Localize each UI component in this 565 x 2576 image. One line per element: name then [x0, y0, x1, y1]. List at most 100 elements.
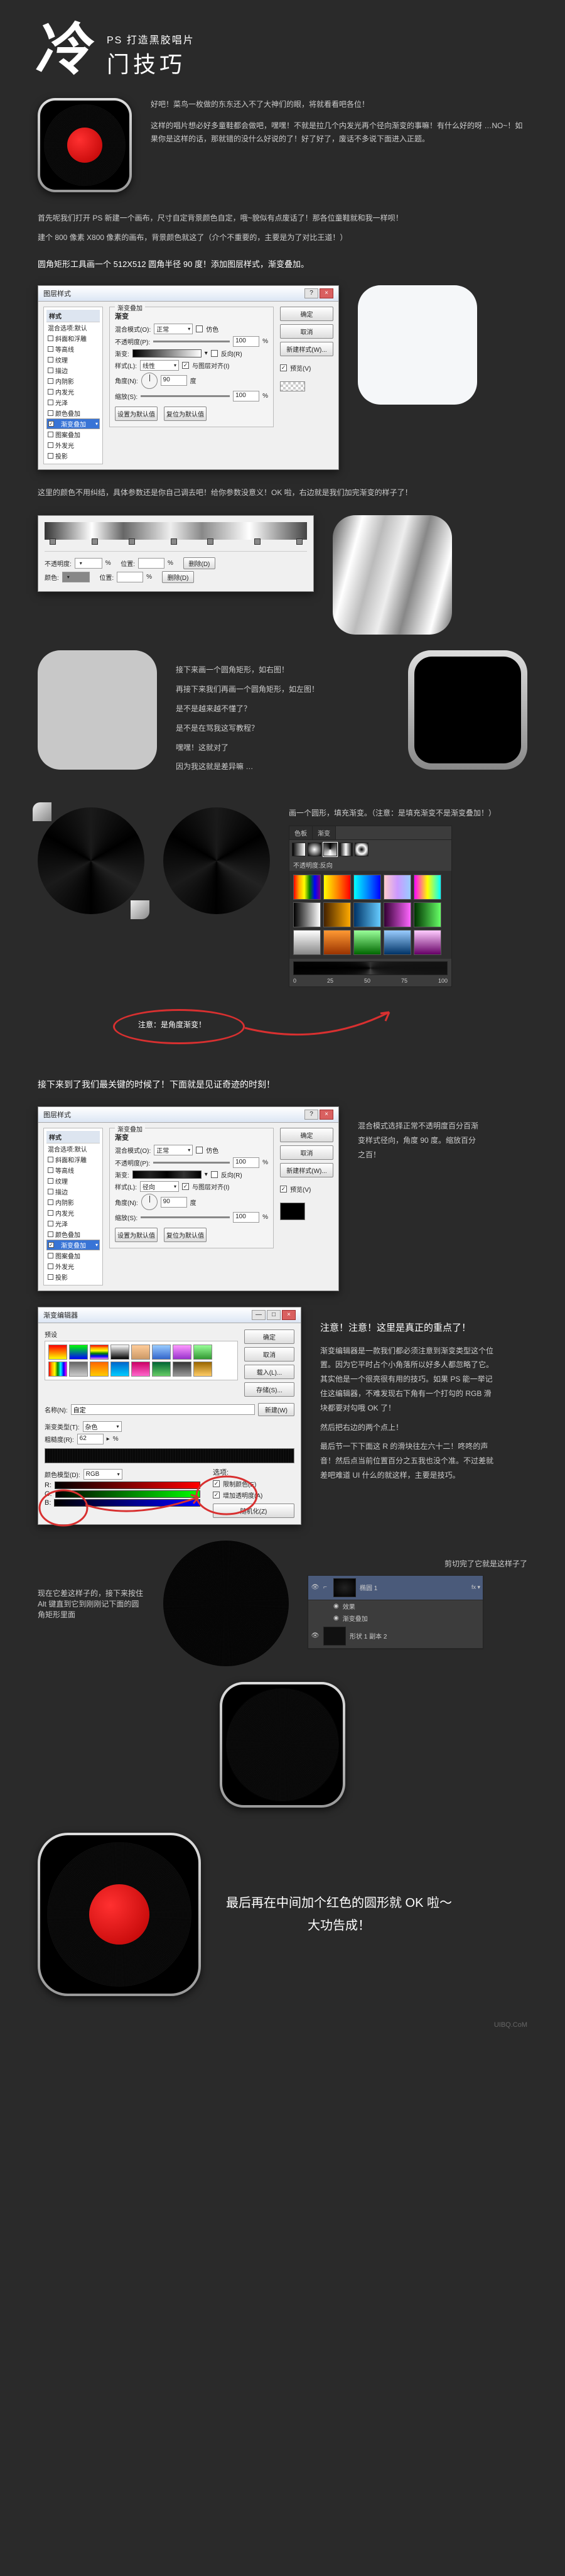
new-style-button[interactable]: 新建样式(W)...	[280, 342, 333, 356]
load-button[interactable]: 载入(L)...	[244, 1365, 294, 1379]
cancel-button[interactable]: 取消	[280, 324, 333, 339]
grad-linear-icon[interactable]	[292, 843, 306, 856]
visibility-icon[interactable]: 👁	[311, 1632, 320, 1639]
close-button[interactable]: ×	[320, 288, 333, 298]
help-button[interactable]: ?	[304, 288, 318, 298]
preset[interactable]	[353, 875, 381, 900]
preset[interactable]	[193, 1362, 212, 1377]
visibility-icon[interactable]: 👁	[311, 1584, 320, 1591]
preset[interactable]	[414, 930, 441, 955]
delete-stop-button-2[interactable]: 删除(D)	[162, 571, 195, 583]
help-button[interactable]: ?	[304, 1110, 318, 1120]
model-select[interactable]: RGB	[83, 1469, 122, 1480]
style-select[interactable]: 线性	[140, 360, 179, 371]
preview-checkbox[interactable]	[280, 364, 287, 371]
preset[interactable]	[152, 1345, 171, 1360]
position-input-2[interactable]	[117, 572, 143, 582]
style-item[interactable]: 混合选项:默认	[46, 1143, 100, 1154]
preset[interactable]	[414, 875, 441, 900]
scale-input[interactable]: 100	[233, 391, 259, 401]
preset[interactable]	[110, 1345, 129, 1360]
tab-swatches[interactable]: 色板	[289, 826, 313, 839]
style-item[interactable]: 等高线	[46, 1165, 100, 1176]
angle-input[interactable]: 90	[161, 375, 187, 386]
style-item[interactable]: 颜色叠加	[46, 408, 100, 418]
preset[interactable]	[293, 930, 321, 955]
gradient-bar-2[interactable]	[132, 1171, 202, 1179]
gradient-strip[interactable]	[45, 522, 307, 540]
style-item[interactable]: 等高线	[46, 344, 100, 354]
position-input[interactable]	[138, 558, 164, 569]
new-style-button[interactable]: 新建样式(W)...	[280, 1163, 333, 1177]
preset[interactable]	[323, 930, 351, 955]
opacity-select[interactable]	[75, 558, 102, 569]
preset[interactable]	[69, 1345, 88, 1360]
set-default-button[interactable]: 设置为默认值	[115, 407, 158, 421]
style-item[interactable]: 投影	[46, 450, 100, 461]
limit-colors-checkbox[interactable]	[213, 1480, 220, 1487]
blend-select[interactable]: 正常	[154, 324, 193, 334]
layer-row[interactable]: 👁 形状 1 副本 2	[308, 1624, 483, 1649]
style-item-selected[interactable]: 渐变叠加	[46, 418, 100, 429]
fx-badge[interactable]: fx ▾	[471, 1584, 480, 1591]
style-item[interactable]: 外发光	[46, 440, 100, 450]
gradient-edit-bar[interactable]	[293, 961, 448, 975]
gradient-bar[interactable]	[132, 349, 202, 357]
roughness-input[interactable]: 62	[77, 1434, 104, 1444]
preset[interactable]	[173, 1362, 191, 1377]
preset[interactable]	[193, 1345, 212, 1360]
preset[interactable]	[131, 1345, 150, 1360]
style-select-radial[interactable]: 径向	[140, 1181, 179, 1192]
grad-diamond-icon[interactable]	[355, 843, 369, 856]
style-item[interactable]: 颜色叠加	[46, 1229, 100, 1240]
align-checkbox[interactable]	[182, 362, 189, 369]
save-button[interactable]: 存储(S)...	[244, 1382, 294, 1397]
ok-button[interactable]: 确定	[244, 1329, 294, 1344]
style-item[interactable]: 外发光	[46, 1261, 100, 1272]
preset[interactable]	[131, 1362, 150, 1377]
b-slider[interactable]	[54, 1499, 200, 1507]
name-input[interactable]	[71, 1404, 255, 1415]
style-item[interactable]: 投影	[46, 1272, 100, 1282]
preset[interactable]	[293, 875, 321, 900]
preset[interactable]	[48, 1362, 67, 1377]
reverse-checkbox[interactable]	[211, 350, 218, 357]
layer-fx-item[interactable]: ◉渐变叠加	[308, 1612, 483, 1624]
cancel-button[interactable]: 取消	[280, 1145, 333, 1160]
layer-row-selected[interactable]: 👁 ⌐ 椭圆 1 fx ▾	[308, 1576, 483, 1600]
preset[interactable]	[323, 902, 351, 927]
style-item[interactable]: 内阴影	[46, 376, 100, 386]
blend-select[interactable]: 正常	[154, 1145, 193, 1155]
style-item[interactable]: 斜面和浮雕	[46, 1154, 100, 1165]
preset[interactable]	[353, 930, 381, 955]
color-select[interactable]	[62, 572, 90, 582]
dither-checkbox[interactable]	[196, 325, 203, 332]
style-item[interactable]: 图案叠加	[46, 429, 100, 440]
preset[interactable]	[384, 875, 411, 900]
preset[interactable]	[293, 902, 321, 927]
style-item-selected[interactable]: 渐变叠加	[46, 1240, 100, 1250]
preset[interactable]	[90, 1362, 109, 1377]
preset[interactable]	[152, 1362, 171, 1377]
delete-stop-button[interactable]: 删除(D)	[183, 557, 216, 569]
ok-button[interactable]: 确定	[280, 1128, 333, 1142]
style-item[interactable]: 纹理	[46, 354, 100, 365]
reset-default-button[interactable]: 复位为默认值	[164, 407, 207, 421]
preset[interactable]	[353, 902, 381, 927]
opacity-input[interactable]: 100	[233, 336, 259, 347]
style-item[interactable]: 斜面和浮雕	[46, 333, 100, 344]
r-slider[interactable]	[55, 1482, 200, 1489]
ok-button[interactable]: 确定	[280, 307, 333, 321]
type-select[interactable]: 杂色	[83, 1421, 122, 1432]
style-item[interactable]: 图案叠加	[46, 1250, 100, 1261]
cancel-button[interactable]: 取消	[244, 1347, 294, 1362]
style-item[interactable]: 描边	[46, 365, 100, 376]
grad-reflected-icon[interactable]	[339, 843, 353, 856]
style-item[interactable]: 纹理	[46, 1176, 100, 1186]
preset[interactable]	[384, 902, 411, 927]
preset[interactable]	[69, 1362, 88, 1377]
new-button[interactable]: 新建(W)	[258, 1403, 294, 1416]
style-item[interactable]: 内阴影	[46, 1197, 100, 1208]
grad-angular-icon[interactable]	[323, 843, 337, 856]
style-item[interactable]: 混合选项:默认	[46, 322, 100, 333]
